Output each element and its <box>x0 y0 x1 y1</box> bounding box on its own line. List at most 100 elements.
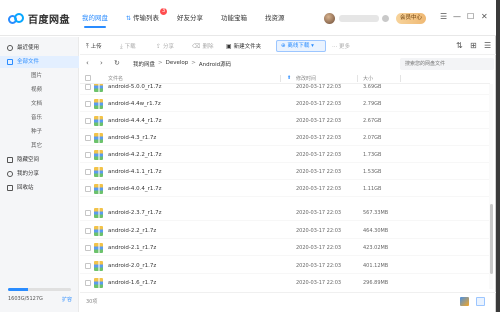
row-checkbox[interactable] <box>85 186 91 192</box>
breadcrumb-item[interactable]: 我的网盘 <box>133 60 155 68</box>
row-checkbox[interactable] <box>85 245 91 251</box>
vip-status-icon <box>382 15 389 22</box>
file-name[interactable]: android-4.1.1_r1.7z <box>108 169 162 175</box>
more-button[interactable]: ··· 更多 <box>332 42 350 50</box>
sidebar-item-recycle-bin[interactable]: 回收站 <box>0 182 79 194</box>
file-name[interactable]: android-5.0.0_r1.7z <box>108 84 162 90</box>
table-row[interactable]: android-2.3.7_r1.7z 2020-03-17 22:03 567… <box>80 205 490 221</box>
table-row[interactable]: android-2.2_r1.7z 2020-03-17 22:03 464.3… <box>80 223 490 239</box>
table-row[interactable]: android-4.3_r1.7z 2020-03-17 22:03 2.07G… <box>80 130 490 146</box>
file-name[interactable]: android-4.4.4_r1.7z <box>108 118 162 124</box>
row-checkbox[interactable] <box>85 101 91 107</box>
list-view-icon[interactable]: ☰ <box>484 41 491 50</box>
column-divider[interactable] <box>400 75 401 82</box>
sidebar-item-documents[interactable]: 文档 <box>0 98 79 110</box>
row-checkbox[interactable] <box>85 135 91 141</box>
nav-find-resources[interactable]: 找资源 <box>265 12 285 22</box>
new-folder-button[interactable]: ▣ 新建文件夹 <box>226 42 261 50</box>
grid-view-icon[interactable]: ⊞ <box>470 41 477 50</box>
forward-arrow-icon[interactable]: › <box>100 59 103 67</box>
row-checkbox[interactable] <box>85 152 91 158</box>
table-row[interactable]: android-1.6_r1.7z 2020-03-17 22:03 296.8… <box>80 275 490 289</box>
column-header-size[interactable]: 大小 <box>363 75 373 82</box>
sidebar-item-my-shares[interactable]: 我的分享 <box>0 168 79 180</box>
item-count: 30项 <box>86 299 98 305</box>
sidebar-item-hidden-space[interactable]: 隐藏空间 <box>0 154 79 166</box>
file-date: 2020-03-17 22:03 <box>296 263 342 269</box>
username-blurred[interactable] <box>339 15 379 22</box>
file-name[interactable]: android-2.1_r1.7z <box>108 245 156 251</box>
file-name[interactable]: android-4.3_r1.7z <box>108 135 156 141</box>
archive-file-icon <box>94 184 103 194</box>
column-divider[interactable] <box>357 75 358 82</box>
delete-button[interactable]: ⌫ 删除 <box>192 42 214 50</box>
avatar[interactable] <box>324 13 335 24</box>
row-checkbox[interactable] <box>85 280 91 286</box>
row-checkbox[interactable] <box>85 84 91 90</box>
file-name[interactable]: android-2.0_r1.7z <box>108 263 156 269</box>
offline-download-button[interactable]: ⊕ 离线下载 ▾ <box>276 40 326 52</box>
maximize-icon[interactable]: ☐ <box>467 12 474 21</box>
file-name[interactable]: android-4.0.4_r1.7z <box>108 186 162 192</box>
column-divider[interactable] <box>280 75 281 82</box>
table-row[interactable]: android-2.1_r1.7z 2020-03-17 22:03 423.0… <box>80 240 490 256</box>
download-button[interactable]: ⤓ 下载 <box>120 42 136 51</box>
scrollbar-thumb[interactable] <box>489 204 493 274</box>
app-name: 百度网盘 <box>28 15 70 26</box>
sidebar-item-torrents[interactable]: 种子 <box>0 126 79 138</box>
menu-icon[interactable]: ☰ <box>440 12 447 21</box>
column-header-name[interactable]: 文件名 <box>108 75 123 82</box>
nav-toolbox[interactable]: 功能宝箱 <box>221 12 247 22</box>
sidebar-item-recent[interactable]: 最近使用 <box>0 42 79 54</box>
breadcrumb-item[interactable]: Develop <box>166 60 189 68</box>
table-row[interactable]: android-2.0_r1.7z 2020-03-17 22:03 401.1… <box>80 258 490 274</box>
row-checkbox[interactable] <box>85 169 91 175</box>
file-name[interactable]: android-4.2.2_r1.7z <box>108 152 162 158</box>
breadcrumb-item[interactable]: Android源码 <box>199 60 231 68</box>
table-row[interactable]: android-5.0.0_r1.7z 2020-03-17 22:03 3.6… <box>80 84 490 95</box>
row-checkbox[interactable] <box>85 263 91 269</box>
table-row[interactable]: android-4.2.2_r1.7z 2020-03-17 22:03 1.7… <box>80 147 490 163</box>
upload-manager-icon[interactable] <box>460 297 469 306</box>
vertical-scrollbar[interactable] <box>489 84 493 289</box>
refresh-icon[interactable]: ↻ <box>114 59 120 67</box>
table-row[interactable]: android-4.1.1_r1.7z 2020-03-17 22:03 1.5… <box>80 164 490 180</box>
upload-button[interactable]: ⤒ 上传 <box>86 42 102 51</box>
download-icon: ⤓ <box>120 43 123 50</box>
nav-friend-share[interactable]: 好友分享 <box>177 12 203 22</box>
nav-transfer-list[interactable]: ⇅ 传输列表 3 <box>126 8 168 22</box>
file-size: 2.79GB <box>363 101 382 107</box>
sidebar-item-images[interactable]: 图片 <box>0 70 79 82</box>
share-button[interactable]: ⇪ 分享 <box>156 42 174 50</box>
table-header: 文件名 ⬆ 修改时间 大小 <box>80 73 490 84</box>
table-row[interactable]: android-4.4w_r1.7z 2020-03-17 22:03 2.79… <box>80 96 490 112</box>
table-row[interactable]: android-4.0.4_r1.7z 2020-03-17 22:03 1.1… <box>80 181 490 197</box>
archive-file-icon <box>94 243 103 253</box>
sidebar-item-videos[interactable]: 视频 <box>0 84 79 96</box>
row-checkbox[interactable] <box>85 210 91 216</box>
file-name[interactable]: android-4.4w_r1.7z <box>108 101 161 107</box>
expand-storage-link[interactable]: 扩容 <box>62 296 72 303</box>
search-input[interactable] <box>400 58 494 70</box>
row-checkbox[interactable] <box>85 228 91 234</box>
sidebar-item-other[interactable]: 其它 <box>0 140 79 152</box>
row-checkbox[interactable] <box>85 118 91 124</box>
select-all-checkbox[interactable] <box>85 75 91 81</box>
back-arrow-icon[interactable]: ‹ <box>86 59 89 67</box>
minimize-icon[interactable]: — <box>453 12 461 21</box>
folder-plus-icon: ▣ <box>226 43 232 50</box>
sidebar-item-label: 回收站 <box>17 185 34 191</box>
sidebar-item-all-files[interactable]: 全部文件 <box>0 56 79 68</box>
sidebar-item-music[interactable]: 音乐 <box>0 112 79 124</box>
table-row[interactable]: android-4.4.4_r1.7z 2020-03-17 22:03 2.6… <box>80 113 490 129</box>
column-header-date[interactable]: 修改时间 <box>296 75 316 82</box>
file-name[interactable]: android-2.3.7_r1.7z <box>108 210 162 216</box>
sort-icon[interactable]: ⇅ <box>456 41 463 50</box>
vip-center-button[interactable]: 会员中心 <box>396 13 426 24</box>
info-panel-icon[interactable] <box>476 297 485 306</box>
nav-my-disk[interactable]: 我的网盘 <box>82 12 108 28</box>
file-size: 2.67GB <box>363 118 382 124</box>
file-name[interactable]: android-2.2_r1.7z <box>108 228 156 234</box>
file-name[interactable]: android-1.6_r1.7z <box>108 280 156 286</box>
close-icon[interactable]: ✕ <box>481 12 488 21</box>
